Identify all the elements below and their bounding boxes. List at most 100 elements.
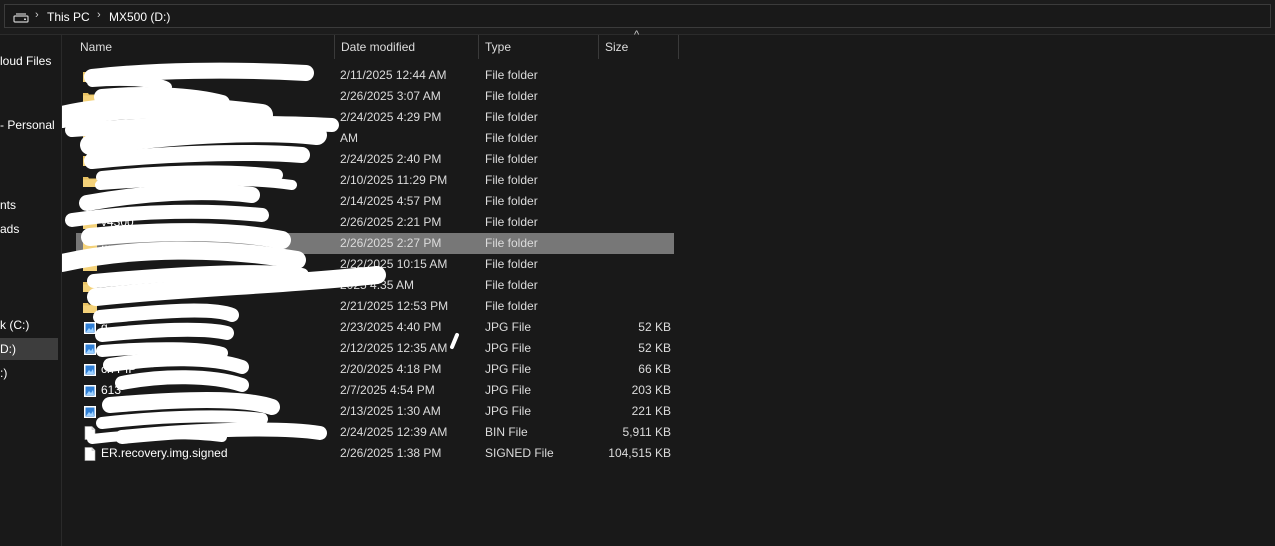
file-date-modified: 2/12/2025 12:35 AM: [340, 341, 448, 355]
folder-icon: [83, 216, 97, 230]
table-row[interactable]: 2/10/2025 11:29 PM File folder: [76, 170, 674, 191]
file-date-modified: 2025 4:35 AM: [340, 278, 415, 292]
table-row[interactable]: g 2/23/2025 4:40 PM JPG File 52 KB: [76, 317, 674, 338]
folder-icon: [83, 237, 97, 251]
navigation-pane: loud Files - Personal nts ads k (C:) D:)…: [0, 35, 62, 546]
file-type: File folder: [485, 68, 538, 82]
table-row[interactable]: 2/14/2025 4:57 PM File folder: [76, 191, 674, 212]
column-divider[interactable]: [334, 35, 335, 59]
file-type: File folder: [485, 194, 538, 208]
nav-item-onedrive-personal[interactable]: - Personal: [0, 114, 55, 136]
file-type: JPG File: [485, 362, 532, 376]
table-row[interactable]: ER.recovery.img.signed 2/26/2025 1:38 PM S…: [76, 443, 674, 464]
file-type: BIN File: [485, 425, 528, 439]
column-divider[interactable]: [478, 35, 479, 59]
file-date-modified: 2/22/2025 10:15 AM: [340, 257, 448, 271]
table-row[interactable]: 613 2/7/2025 4:54 PM JPG File 203 KB: [76, 380, 674, 401]
table-row[interactable]: ... 2/26/2025 2:27 PM File folder: [76, 233, 674, 254]
breadcrumb-drive[interactable]: MX500 (D:): [109, 10, 170, 24]
column-header-name[interactable]: Name: [80, 35, 334, 59]
file-type: JPG File: [485, 341, 532, 355]
image-file-icon: [83, 321, 97, 335]
nav-item-label: nts: [0, 198, 17, 212]
file-size: 203 KB: [631, 383, 671, 397]
nav-item-label: k (C:): [0, 318, 30, 332]
file-type: File folder: [485, 215, 538, 229]
chevron-right-icon: ›: [35, 9, 39, 21]
nav-item-drive[interactable]: :): [0, 362, 7, 384]
sort-ascending-icon: ^: [634, 29, 640, 41]
file-name: ER.recovery.img.signed: [101, 446, 228, 460]
file-date-modified: 2/10/2025 11:29 PM: [340, 173, 448, 187]
column-divider[interactable]: [678, 35, 679, 59]
table-row[interactable]: 2/12/2025 12:35 AM JPG File 52 KB: [76, 338, 674, 359]
file-date-modified: 2/24/2025 12:39 AM: [340, 425, 448, 439]
table-row[interactable]: 2/24/2025 12:39 AM BIN File 5,911 KB: [76, 422, 674, 443]
file-type: File folder: [485, 278, 538, 292]
nav-item-cloud-files[interactable]: loud Files: [0, 50, 51, 72]
nav-item-downloads[interactable]: ads: [0, 218, 19, 240]
nav-item-local-disk-c[interactable]: k (C:): [0, 314, 29, 336]
chevron-right-icon: ›: [97, 9, 101, 21]
column-header-size[interactable]: Size: [605, 35, 677, 59]
table-row[interactable]: 2/26/2025 3:07 AM File folder: [76, 86, 674, 107]
file-type: JPG File: [485, 383, 532, 397]
nav-item-label: loud Files: [0, 54, 52, 68]
nav-item-label: :): [0, 366, 8, 380]
table-row[interactable]: 2/24/2025 2:40 PM File folder: [76, 149, 674, 170]
file-date-modified: 2/14/2025 4:57 PM: [340, 194, 442, 208]
folder-icon: [83, 153, 97, 167]
table-row[interactable]: 2/24/2025 4:29 PM File folder: [76, 107, 674, 128]
file-icon: [83, 447, 97, 461]
file-size: 5,911 KB: [622, 425, 671, 439]
folder-icon: [83, 69, 97, 83]
file-date-modified: 2/26/2025 1:38 PM: [340, 446, 442, 460]
image-file-icon: [83, 363, 97, 377]
breadcrumb-this-pc[interactable]: This PC: [47, 10, 90, 24]
file-type: File folder: [485, 131, 538, 145]
file-type: File folder: [485, 89, 538, 103]
drive-icon: [13, 13, 29, 23]
table-row[interactable]: AM File folder: [76, 128, 674, 149]
folder-icon: [83, 174, 97, 188]
file-date-modified: 2/7/2025 4:54 PM: [340, 383, 435, 397]
image-file-icon: [83, 405, 97, 419]
table-row[interactable]: ch PfP _' '... 2/20/2025 4:18 PM JPG File 6…: [76, 359, 674, 380]
file-type: File folder: [485, 236, 538, 250]
file-type: JPG File: [485, 404, 532, 418]
file-date-modified: 2/24/2025 2:40 PM: [340, 152, 442, 166]
table-row[interactable]: v4300 2/26/2025 2:21 PM File folder: [76, 212, 674, 233]
file-type: File folder: [485, 173, 538, 187]
file-size: 104,515 KB: [608, 446, 671, 460]
table-row[interactable]: 2025 4:35 AM File folder: [76, 275, 674, 296]
file-size: 52 KB: [638, 341, 671, 355]
file-type: File folder: [485, 299, 538, 313]
nav-item-label: D:): [0, 342, 16, 356]
file-type: File folder: [485, 110, 538, 124]
file-name: ch PfP _' '...: [101, 362, 165, 376]
nav-item-label: ads: [0, 222, 20, 236]
folder-icon: [83, 90, 97, 104]
file-type: SIGNED File: [485, 446, 554, 460]
file-date-modified: 2/26/2025 2:21 PM: [340, 215, 442, 229]
column-header-type[interactable]: Type: [485, 35, 597, 59]
file-name: ...: [101, 236, 112, 250]
file-date-modified: 2/20/2025 4:18 PM: [340, 362, 442, 376]
file-size: 221 KB: [631, 404, 671, 418]
folder-icon: [83, 279, 97, 293]
column-divider[interactable]: [598, 35, 599, 59]
file-date-modified: 2/26/2025 2:27 PM: [340, 236, 442, 250]
nav-item-label: - Personal: [0, 118, 55, 132]
nav-item-drive-d[interactable]: D:): [0, 338, 58, 360]
nav-item-documents[interactable]: nts: [0, 194, 16, 216]
file-date-modified: 2/11/2025 12:44 AM: [340, 68, 447, 82]
table-row[interactable]: 2/13/2025 1:30 AM JPG File 221 KB: [76, 401, 674, 422]
table-row[interactable]: 2/11/2025 12:44 AM File folder: [76, 65, 674, 86]
table-row[interactable]: 2/22/2025 10:15 AM File folder: [76, 254, 674, 275]
address-box[interactable]: › This PC › MX500 (D:): [4, 4, 1271, 28]
table-row[interactable]: 2/21/2025 12:53 PM File folder: [76, 296, 674, 317]
file-icon: [83, 426, 97, 440]
column-header-date-modified[interactable]: Date modified: [341, 35, 479, 59]
folder-icon: [83, 111, 97, 125]
file-date-modified: 2/26/2025 3:07 AM: [340, 89, 441, 103]
